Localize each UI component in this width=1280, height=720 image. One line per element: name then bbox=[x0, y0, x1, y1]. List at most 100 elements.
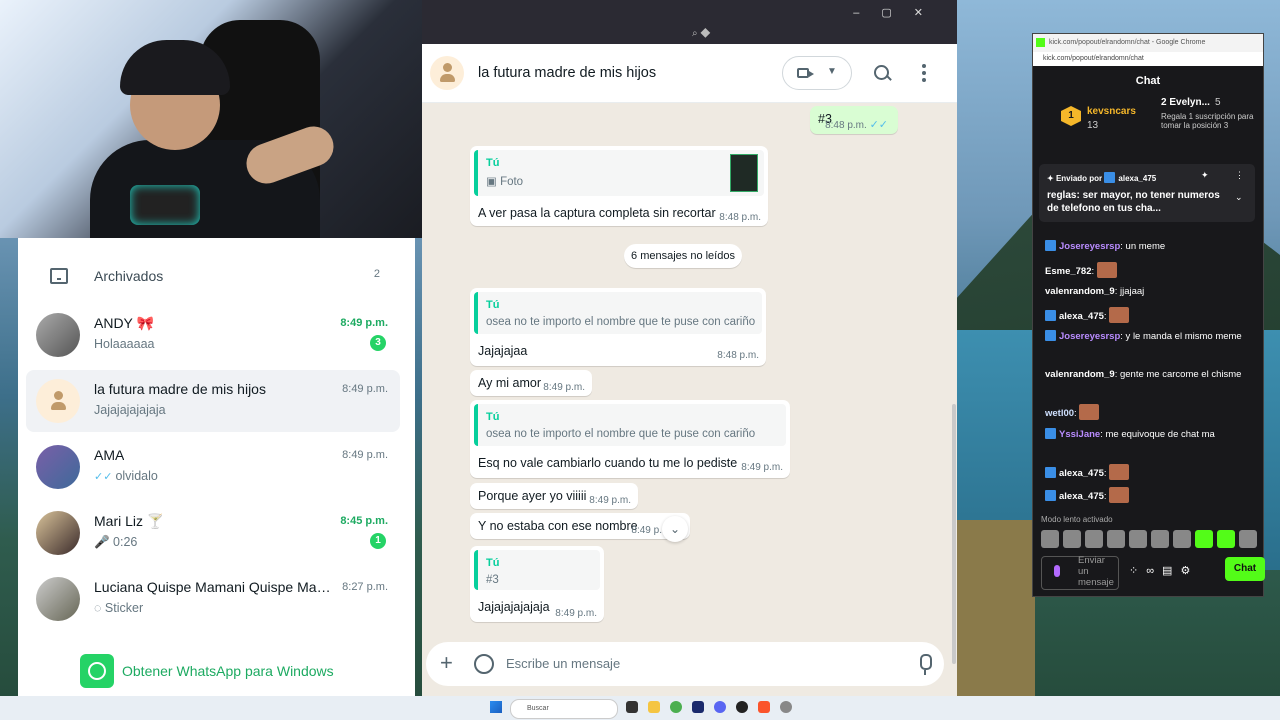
file-explorer-icon[interactable] bbox=[648, 701, 660, 713]
chat-message[interactable]: Josereyesrsp: y le manda el mismo meme bbox=[1045, 329, 1251, 344]
message-bubble-in[interactable]: Tú #3 Jajajajajajaja 8:49 p.m. bbox=[470, 546, 604, 622]
kick-logo-icon bbox=[1036, 38, 1045, 47]
chat-time: 8:49 p.m. bbox=[342, 383, 388, 395]
archive-icon bbox=[50, 268, 68, 284]
gift-leaderboard: 1 kevsncars 13 2 Evelyn... 5 Regala 1 su… bbox=[1033, 94, 1263, 144]
sticker-emoji-icon[interactable] bbox=[474, 654, 494, 674]
windows-start-icon[interactable] bbox=[490, 701, 502, 713]
message-bubble-in[interactable]: Y no estaba con ese nombre 8:49 p. bbox=[470, 513, 690, 539]
chat-message[interactable]: valenrandom_9: jjajaaj bbox=[1045, 284, 1251, 299]
chat-name: Luciana Quispe Mamani Quispe Mam... bbox=[94, 579, 334, 595]
chat-message[interactable]: wetl00: bbox=[1045, 404, 1251, 421]
unread-divider: 6 mensajes no leídos bbox=[624, 244, 742, 268]
webcam-overlay bbox=[0, 0, 422, 238]
chat-item-mari-liz[interactable]: Mari Liz 🍸 8:45 p.m. 🎤 0:26 1 bbox=[26, 502, 400, 564]
quoted-message[interactable]: Tú osea no te importo el nombre que te p… bbox=[474, 404, 786, 446]
chat-time: 8:45 p.m. bbox=[340, 515, 388, 527]
chat-item-luciana[interactable]: Luciana Quispe Mamani Quispe Mam... 8:27… bbox=[26, 568, 400, 630]
message-bubble-in[interactable]: Tú ▣ Foto A ver pasa la captura completa… bbox=[470, 146, 768, 226]
conversation-title[interactable]: la futura madre de mis hijos bbox=[478, 65, 656, 81]
chat-time: 8:49 p.m. bbox=[340, 317, 388, 329]
unread-badge: 1 bbox=[370, 533, 386, 549]
conversation-scrollbar[interactable] bbox=[952, 404, 956, 664]
settings-icon[interactable] bbox=[780, 701, 792, 713]
menu-dots-icon[interactable]: ⋮ bbox=[1235, 170, 1244, 181]
message-bubble-out[interactable]: #3 8:48 p.m. ✓✓ bbox=[810, 106, 898, 134]
chat-name: la futura madre de mis hijos bbox=[94, 381, 266, 397]
chat-message[interactable]: Josereyesrsp: un meme bbox=[1045, 239, 1251, 254]
chat-message[interactable]: valenrandom_9: gente me carcome el chism… bbox=[1045, 367, 1251, 382]
kick-chat-input[interactable]: Enviar un mensaje bbox=[1041, 555, 1119, 590]
attach-plus-icon[interactable]: + bbox=[440, 650, 453, 676]
pin-icon: ✦ bbox=[1047, 174, 1056, 183]
slow-mode-notice: Modo lento activado bbox=[1041, 515, 1113, 524]
chat-message[interactable]: Esme_782: bbox=[1045, 262, 1251, 279]
task-view-icon[interactable] bbox=[626, 701, 638, 713]
kick-url-bar[interactable]: kick.com/popout/elrandomn/chat bbox=[1033, 52, 1263, 66]
discord-icon[interactable] bbox=[714, 701, 726, 713]
rank-hexagon-icon: 1 bbox=[1061, 106, 1081, 126]
send-chat-button[interactable]: Chat bbox=[1225, 557, 1265, 581]
quoted-message[interactable]: Tú #3 bbox=[474, 550, 600, 590]
chrome-icon[interactable] bbox=[670, 701, 682, 713]
chat-message[interactable]: alexa_475: bbox=[1045, 464, 1251, 481]
avatar bbox=[36, 577, 80, 621]
user-badge-icon bbox=[1045, 310, 1056, 321]
rank-badge: 2 bbox=[1161, 97, 1167, 108]
taskbar: Buscar bbox=[0, 696, 1280, 720]
obs-icon[interactable] bbox=[736, 701, 748, 713]
quoted-message[interactable]: Tú osea no te importo el nombre que te p… bbox=[474, 292, 762, 334]
chat-preview: 🎤 0:26 bbox=[94, 535, 138, 549]
chat-message[interactable]: alexa_475: bbox=[1045, 307, 1251, 324]
window-controls[interactable]: –▢✕ bbox=[853, 6, 945, 19]
video-call-button[interactable]: ▼ bbox=[782, 56, 852, 90]
conversation-header: la futura madre de mis hijos ▼ bbox=[422, 44, 957, 103]
quoted-message[interactable]: Tú ▣ Foto bbox=[474, 150, 764, 196]
menu-dots-icon[interactable] bbox=[922, 64, 926, 82]
search-icon[interactable] bbox=[874, 65, 889, 80]
message-composer: + Escribe un mensaje bbox=[426, 642, 944, 686]
chat-message[interactable]: YssiJane: me equivoque de chat ma bbox=[1045, 427, 1251, 442]
brave-icon[interactable] bbox=[758, 701, 770, 713]
microphone-icon[interactable] bbox=[920, 654, 932, 675]
user-badge-icon bbox=[1045, 490, 1056, 501]
avatar bbox=[36, 511, 80, 555]
emote-icon bbox=[1096, 262, 1117, 278]
chat-message[interactable]: alexa_475: bbox=[1045, 487, 1251, 504]
chat-preview: Holaaaaaa bbox=[94, 337, 155, 351]
zoom-icon[interactable]: ⌕ ◆ bbox=[692, 28, 710, 39]
taskbar-search[interactable]: Buscar bbox=[510, 699, 618, 719]
microphone bbox=[130, 185, 200, 225]
pin-icon[interactable]: ✦ bbox=[1201, 170, 1209, 181]
emote-icon bbox=[1109, 307, 1130, 323]
default-avatar-icon bbox=[36, 379, 80, 423]
microphone-icon[interactable] bbox=[1054, 565, 1060, 577]
message-bubble-in[interactable]: Ay mi amor 8:49 p.m. bbox=[470, 370, 592, 396]
chat-item-ama[interactable]: AMA 8:49 p.m. ✓✓ olvidalo bbox=[26, 436, 400, 498]
chat-tools-icons[interactable]: ⁘∞▤⚙ bbox=[1129, 564, 1198, 577]
archived-label: Archivados bbox=[94, 268, 164, 284]
chat-item-la-futura-madre[interactable]: la futura madre de mis hijos 8:49 p.m. J… bbox=[26, 370, 400, 432]
default-avatar-icon[interactable] bbox=[430, 56, 464, 90]
scroll-to-bottom-chevron-icon[interactable]: ⌄ bbox=[662, 516, 688, 542]
message-input[interactable]: Escribe un mensaje bbox=[506, 656, 620, 671]
browser-titlebar: ⌕ ◆ –▢✕ bbox=[422, 0, 957, 44]
chat-list-panel: Archivados 2 ANDY 🎀 8:49 p.m. Holaaaaaa … bbox=[18, 238, 432, 696]
get-whatsapp-windows-link[interactable]: Obtener WhatsApp para Windows bbox=[18, 652, 398, 692]
chat-time: 8:49 p.m. bbox=[342, 449, 388, 461]
archived-row[interactable]: Archivados 2 bbox=[18, 260, 398, 294]
conversation-panel: la futura madre de mis hijos ▼ #3 8:48 p… bbox=[422, 44, 957, 696]
photoshop-icon[interactable] bbox=[692, 701, 704, 713]
chevron-down-icon[interactable]: ⌄ bbox=[1235, 192, 1243, 203]
unread-badge: 3 bbox=[370, 335, 386, 351]
read-ticks-icon: ✓✓ bbox=[869, 119, 888, 131]
chat-name: AMA bbox=[94, 447, 125, 463]
whatsapp-logo-icon bbox=[80, 654, 114, 688]
message-bubble-in[interactable]: Tú osea no te importo el nombre que te p… bbox=[470, 400, 790, 478]
chat-item-andy[interactable]: ANDY 🎀 8:49 p.m. Holaaaaaa 3 bbox=[26, 304, 400, 366]
emote-icon bbox=[1109, 487, 1130, 503]
message-bubble-in[interactable]: Tú osea no te importo el nombre que te p… bbox=[470, 288, 766, 366]
message-bubble-in[interactable]: Porque ayer yo viiiii 8:49 p.m. bbox=[470, 483, 638, 509]
pinned-message[interactable]: ✦ Enviado por alexa_475 ✦ ⋮ reglas: ser … bbox=[1039, 164, 1255, 222]
emote-picker-row[interactable] bbox=[1041, 530, 1257, 550]
